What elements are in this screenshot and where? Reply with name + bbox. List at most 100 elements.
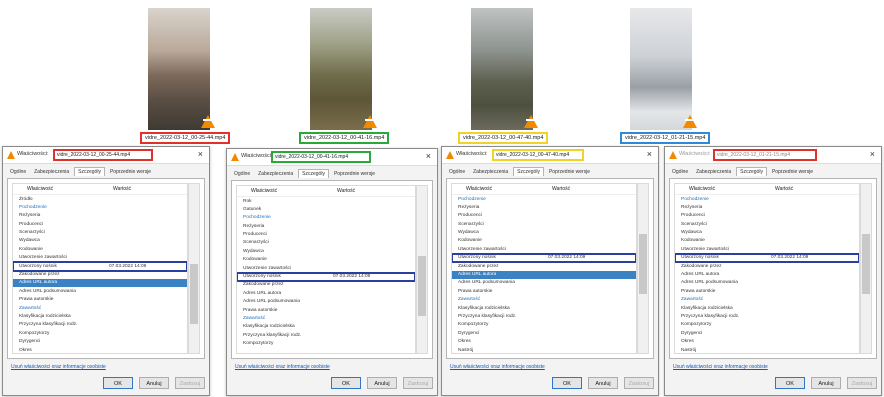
list-item[interactable]: Utworzenie zawartości [452, 245, 636, 253]
header-value[interactable]: Wartość [775, 186, 793, 192]
list-item[interactable]: Dyrygenci [675, 329, 859, 337]
list-item[interactable]: Scenarzyści [675, 220, 859, 228]
scrollbar[interactable] [637, 183, 649, 354]
list-item[interactable]: Prawa autorskie [237, 306, 415, 314]
remove-properties-link[interactable]: Usuń właściwości oraz informacje osobist… [673, 364, 768, 370]
scrollbar[interactable] [860, 183, 872, 354]
list-item[interactable]: Reżyseria [675, 203, 859, 211]
scrollbar-thumb[interactable] [190, 264, 198, 324]
video-thumbnail-1[interactable] [148, 8, 210, 130]
list-item[interactable]: Utworzony nośnik 07.03.2022 14:09 [675, 252, 859, 264]
list-item[interactable]: Adres URL podsumowania [13, 287, 187, 295]
list-item[interactable]: Kodowanie [452, 237, 636, 245]
remove-properties-link[interactable]: Usuń właściwości oraz informacje osobist… [235, 364, 330, 370]
list-item[interactable]: Utworzenie zawartości [675, 245, 859, 253]
list-item[interactable]: Producenci [675, 212, 859, 220]
property-list[interactable]: Właściwość Wartość Rok Gatunek Pochodzenie R… [236, 185, 416, 354]
list-item[interactable]: Zawartość [237, 314, 415, 322]
list-item[interactable]: Reżyseria [237, 222, 415, 230]
list-item[interactable]: Zawartość [13, 304, 187, 312]
list-item[interactable]: Nastrój [675, 346, 859, 353]
list-item[interactable]: Wydawca [237, 247, 415, 255]
list-item[interactable]: Kompozytorzy [13, 329, 187, 337]
list-item[interactable]: Scenarzyści [452, 220, 636, 228]
list-item[interactable]: Utworzony nośnik 07.03.2022 14:09 [13, 261, 187, 272]
list-item[interactable]: Okres [13, 346, 187, 353]
list-item[interactable]: Reżyseria [13, 212, 187, 220]
list-item[interactable]: Przyczyna klasyfikacji rodz. [675, 312, 859, 320]
tab-security[interactable]: Zabezpieczenia [31, 168, 72, 176]
scrollbar[interactable] [416, 185, 428, 354]
list-item[interactable]: Zawartość [675, 296, 859, 304]
list-item[interactable]: Wydawca [675, 229, 859, 237]
header-property[interactable]: Właściwość [251, 188, 277, 194]
list-item[interactable]: Adres URL autora [237, 289, 415, 297]
tab-security[interactable]: Zabezpieczenia [693, 168, 734, 176]
list-item[interactable]: Producenci [452, 212, 636, 220]
list-item[interactable]: Dyrygenci [452, 329, 636, 337]
ok-button[interactable]: OK [552, 377, 582, 389]
list-item[interactable]: Przyczyna klasyfikacji rodz. [452, 312, 636, 320]
tab-details[interactable]: Szczegóły [513, 167, 544, 176]
ok-button[interactable]: OK [103, 377, 133, 389]
list-item[interactable]: Utworzony nośnik 07.03.2022 14:09 [237, 271, 415, 282]
list-item[interactable]: Prawa autorskie [13, 296, 187, 304]
list-item[interactable]: Wydawca [13, 237, 187, 245]
close-icon[interactable]: × [870, 149, 875, 159]
list-item[interactable]: Źródło [13, 195, 187, 203]
tab-general[interactable]: Ogólne [231, 170, 253, 178]
list-item[interactable]: Okres [675, 338, 859, 346]
tab-general[interactable]: Ogólne [7, 168, 29, 176]
list-item[interactable]: Prawa autorskie [675, 287, 859, 295]
close-icon[interactable]: × [647, 149, 652, 159]
header-property[interactable]: Właściwość [27, 186, 53, 192]
list-item[interactable]: Adres URL autora [452, 270, 636, 279]
header-value[interactable]: Wartość [552, 186, 570, 192]
header-property[interactable]: Właściwość [689, 186, 715, 192]
list-item[interactable]: Pochodzenie [452, 195, 636, 203]
list-item[interactable]: Zakodowane przez [13, 271, 187, 279]
video-thumbnail-2[interactable] [310, 8, 372, 130]
file-label-3[interactable]: vidre_2022-03-12_00-47-40.mp4 [458, 132, 549, 144]
apply-button[interactable]: Zastosuj [624, 377, 654, 389]
list-item[interactable]: Klasyfikacja rodzicielska [452, 304, 636, 312]
list-item[interactable]: Kompozytorzy [675, 321, 859, 329]
scrollbar-thumb[interactable] [639, 234, 647, 294]
header-value[interactable]: Wartość [113, 186, 131, 192]
list-item[interactable]: Wydawca [452, 229, 636, 237]
list-item[interactable]: Klasyfikacja rodzicielska [13, 312, 187, 320]
list-item[interactable]: Nastrój [452, 346, 636, 353]
list-item[interactable]: Pochodzenie [13, 203, 187, 211]
tab-security[interactable]: Zabezpieczenia [470, 168, 511, 176]
list-item[interactable]: Okres [452, 338, 636, 346]
list-item[interactable]: Utworzony nośnik 07.03.2022 14:09 [452, 252, 636, 264]
list-item[interactable]: Przyczyna klasyfikacji rodz. [237, 331, 415, 339]
list-item[interactable]: Przyczyna klasyfikacji rodz. [13, 321, 187, 329]
header-value[interactable]: Wartość [337, 188, 355, 194]
list-item[interactable]: Prawa autorskie [452, 287, 636, 295]
list-item[interactable]: Producenci [237, 231, 415, 239]
list-item[interactable]: Kodowanie [675, 237, 859, 245]
list-item[interactable]: Dyrygenci [13, 338, 187, 346]
close-icon[interactable]: × [198, 149, 203, 159]
file-label-1[interactable]: vidre_2022-03-12_00-25-44.mp4 [140, 132, 231, 144]
list-item[interactable]: Adres URL autora [13, 278, 187, 288]
list-item[interactable]: Reżyseria [452, 203, 636, 211]
list-item[interactable]: Kodowanie [237, 256, 415, 264]
apply-button[interactable]: Zastosuj [847, 377, 877, 389]
close-icon[interactable]: × [426, 151, 431, 161]
tab-previous-versions[interactable]: Poprzednie wersje [331, 170, 378, 178]
tab-previous-versions[interactable]: Poprzednie wersje [769, 168, 816, 176]
file-label-4[interactable]: vidre_2022-03-12_01-21-15.mp4 [620, 132, 711, 144]
cancel-button[interactable]: Anuluj [139, 377, 169, 389]
video-thumbnail-3[interactable] [471, 8, 533, 130]
tab-details[interactable]: Szczegóły [736, 167, 767, 176]
tab-details[interactable]: Szczegóły [298, 169, 329, 178]
list-item[interactable]: Klasyfikacja rodzicielska [237, 323, 415, 331]
list-item[interactable]: Pochodzenie [237, 214, 415, 222]
list-item[interactable]: Utworzenie zawartości [237, 264, 415, 272]
tab-general[interactable]: Ogólne [446, 168, 468, 176]
scrollbar[interactable] [188, 183, 200, 354]
list-item[interactable]: Producenci [13, 220, 187, 228]
list-item[interactable]: Kompozytorzy [237, 340, 415, 348]
